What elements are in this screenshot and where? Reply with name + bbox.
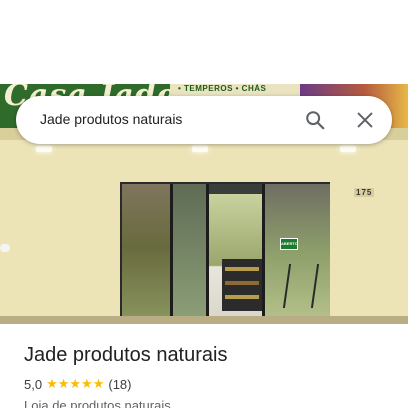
star-rating: ★ ★ ★ ★ ★ xyxy=(46,376,104,392)
sign-panel-text: • TEMPEROS • CHÁS xyxy=(178,84,267,93)
search-input[interactable]: Jade produtos naturais xyxy=(40,111,182,127)
house-number: 175 xyxy=(354,188,375,197)
place-title: Jade produtos naturais xyxy=(24,344,228,366)
glass-door-middle xyxy=(172,184,208,324)
star-icon: ★ xyxy=(69,376,82,391)
clear-search-button[interactable] xyxy=(350,105,380,135)
product-shelf xyxy=(222,259,262,311)
rating-row[interactable]: 5,0 ★ ★ ★ ★ ★ (18) xyxy=(24,376,131,392)
ceiling-light xyxy=(36,146,52,152)
ceiling-light xyxy=(340,146,356,152)
door-frame xyxy=(206,184,209,324)
floor xyxy=(0,316,408,324)
star-icon: ★ xyxy=(57,376,70,391)
search-icon xyxy=(306,111,325,130)
star-icon: ★ xyxy=(46,376,58,391)
open-sign-text: ABERTO xyxy=(281,241,298,246)
door-frame xyxy=(262,184,265,324)
place-category: Loja de produtos naturais xyxy=(24,398,171,408)
top-blank-area xyxy=(0,0,408,84)
glass-door-left xyxy=(122,184,172,324)
star-icon: ★ xyxy=(92,376,105,391)
sign-stand xyxy=(282,264,320,308)
review-count[interactable]: (18) xyxy=(108,377,131,392)
place-info-panel: Jade produtos naturais 5,0 ★ ★ ★ ★ ★ (18… xyxy=(0,324,408,408)
close-icon xyxy=(357,112,373,128)
rating-value: 5,0 xyxy=(24,376,43,392)
search-button[interactable] xyxy=(300,105,330,135)
security-camera xyxy=(0,244,10,252)
door-frame xyxy=(170,184,173,324)
search-bar[interactable]: Jade produtos naturais xyxy=(16,96,392,144)
star-icon: ★ xyxy=(81,376,93,391)
ceiling-light xyxy=(192,146,208,152)
